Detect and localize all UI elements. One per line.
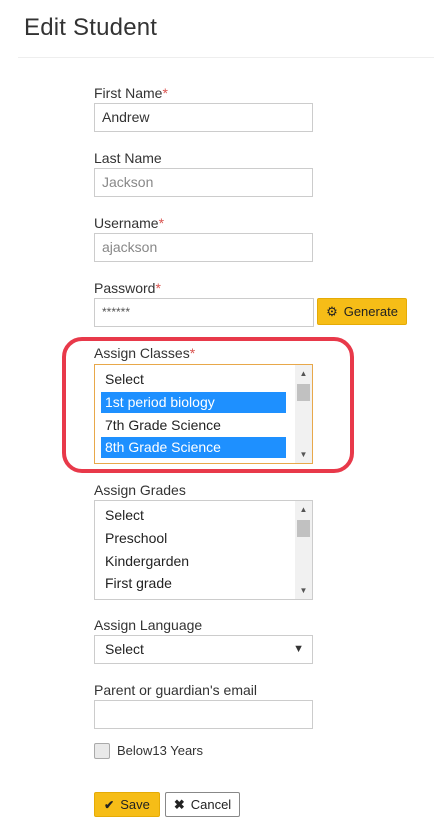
first-name-input[interactable]: Andrew — [94, 103, 313, 132]
password-label: Password* — [94, 280, 161, 296]
assign-grades-listbox[interactable]: Select Preschool Kindergarden First grad… — [94, 500, 313, 600]
assign-classes-listbox[interactable]: Select 1st period biology 7th Grade Scie… — [94, 364, 313, 464]
first-name-label: First Name* — [94, 85, 168, 101]
class-option-selected[interactable]: 1st period biology — [101, 392, 286, 413]
grade-option[interactable]: Preschool — [101, 528, 286, 549]
class-option-selected[interactable]: 8th Grade Science — [101, 437, 286, 458]
cancel-button[interactable]: ✖ Cancel — [165, 792, 240, 817]
caret-down-icon: ▼ — [293, 643, 304, 655]
parent-email-label: Parent or guardian's email — [94, 682, 257, 698]
close-icon: ✖ — [173, 796, 185, 812]
title-divider — [18, 57, 434, 58]
below13-checkbox[interactable] — [94, 743, 110, 759]
check-icon: ✔ — [104, 797, 115, 812]
grade-option[interactable]: Kindergarden — [101, 551, 286, 572]
last-name-label: Last Name — [94, 150, 162, 166]
assign-language-label: Assign Language — [94, 617, 203, 633]
cancel-button-label: Cancel — [190, 797, 232, 812]
grade-option[interactable]: First grade — [101, 573, 286, 594]
scroll-thumb[interactable] — [297, 384, 310, 401]
class-option[interactable]: 7th Grade Science — [101, 415, 286, 436]
scroll-down-icon[interactable]: ▼ — [295, 446, 312, 463]
grade-option[interactable]: Select — [101, 505, 286, 526]
username-input[interactable]: ajackson — [94, 233, 313, 262]
scroll-up-icon[interactable]: ▲ — [295, 501, 312, 518]
save-button-label: Save — [120, 797, 150, 812]
assign-classes-label: Assign Classes* — [94, 345, 196, 361]
scroll-thumb[interactable] — [297, 520, 310, 537]
below13-label: Below13 Years — [117, 743, 204, 758]
page-title: Edit Student — [24, 14, 158, 41]
assign-language-value: Select — [105, 641, 144, 657]
save-button[interactable]: ✔ Save — [94, 792, 160, 817]
assign-grades-label: Assign Grades — [94, 482, 186, 498]
scroll-down-icon[interactable]: ▼ — [295, 582, 312, 599]
generate-button[interactable]: ⚙ Generate — [317, 298, 407, 325]
scroll-up-icon[interactable]: ▲ — [295, 365, 312, 382]
last-name-input[interactable]: Jackson — [94, 168, 313, 197]
class-option[interactable]: Select — [101, 369, 286, 390]
generate-button-label: Generate — [343, 304, 398, 319]
parent-email-input[interactable] — [94, 700, 313, 729]
password-input[interactable]: ****** — [94, 298, 314, 327]
gear-icon: ⚙ — [326, 304, 338, 319]
assign-grades-scrollbar[interactable]: ▲ ▼ — [295, 501, 312, 599]
assign-classes-scrollbar[interactable]: ▲ ▼ — [295, 365, 312, 463]
username-label: Username* — [94, 215, 165, 231]
assign-language-select[interactable]: Select ▼ — [94, 635, 313, 664]
